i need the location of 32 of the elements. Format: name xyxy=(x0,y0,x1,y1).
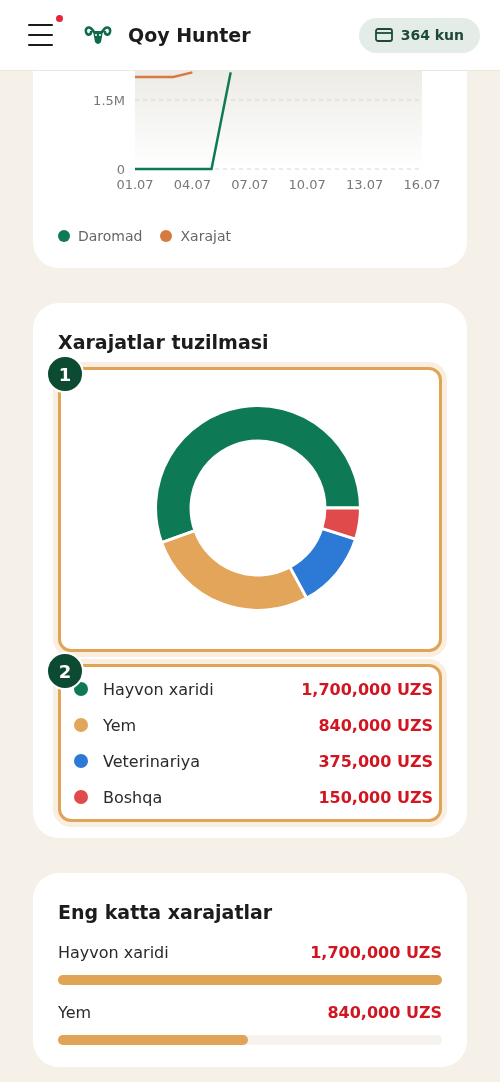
category-label: Hayvon xaridi xyxy=(103,679,214,699)
app-title: Qoy Hunter xyxy=(128,24,251,46)
category-label: Veterinariya xyxy=(103,751,200,771)
x-tick-label: 01.07 xyxy=(116,177,154,192)
amount-value: 840,000 UZS xyxy=(327,1003,442,1022)
x-tick-label: 10.07 xyxy=(288,177,326,192)
ram-head-icon xyxy=(84,24,112,46)
legend-dot xyxy=(160,230,173,242)
amount-value: 1,700,000 UZS xyxy=(301,679,433,699)
category-label: Yem xyxy=(103,715,137,735)
x-tick-label: 07.07 xyxy=(231,177,269,192)
amount-value: 150,000 UZS xyxy=(318,787,433,807)
x-tick-label: 16.07 xyxy=(403,177,441,192)
expense-label: Yem xyxy=(58,1003,92,1022)
amount-value: 840,000 UZS xyxy=(318,715,433,735)
x-tick-label: 13.07 xyxy=(346,177,384,192)
y-tick-label: 0 xyxy=(116,162,125,177)
card-icon xyxy=(374,28,393,42)
amount-value: 375,000 UZS xyxy=(318,751,433,771)
x-tick-label: 04.07 xyxy=(173,177,211,192)
card-title: Eng katta xarajatlar xyxy=(58,901,274,923)
step-badge: 2 xyxy=(46,652,84,690)
legend-label: Daromad xyxy=(78,228,143,244)
amount-value: 1,700,000 UZS xyxy=(310,943,442,962)
category-label: Boshqa xyxy=(103,787,163,807)
expense-label: Hayvon xaridi xyxy=(58,943,169,962)
y-tick-label: 1.5M xyxy=(93,93,125,108)
card-title: Xarajatlar tuzilmasi xyxy=(58,331,270,353)
days-pill[interactable]: 364 kun xyxy=(358,17,480,53)
legend-label: Xarajat xyxy=(180,228,231,244)
step-badge: 1 xyxy=(46,355,84,393)
legend-dot xyxy=(58,230,70,242)
